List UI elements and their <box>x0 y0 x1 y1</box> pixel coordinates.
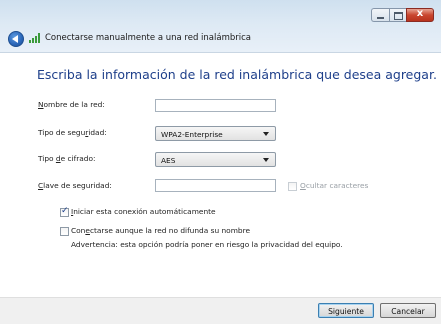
connect-hidden-checkbox[interactable] <box>60 227 69 236</box>
maximize-button[interactable] <box>389 8 406 22</box>
hide-characters-checkbox[interactable] <box>288 182 297 191</box>
close-button[interactable]: x <box>406 8 434 22</box>
dialog-window: Conectarse manualmente a una red inalámb… <box>0 0 441 324</box>
security-key-input[interactable] <box>155 179 276 192</box>
cancel-button[interactable]: Cancelar <box>380 303 436 318</box>
window-title: Conectarse manualmente a una red inalámb… <box>45 33 251 43</box>
minimize-button[interactable] <box>371 8 389 22</box>
network-name-input[interactable] <box>155 99 276 112</box>
chevron-down-icon <box>263 158 269 162</box>
chevron-down-icon <box>263 132 269 136</box>
connect-hidden-label: Conectarse aunque la red no difunda su n… <box>71 226 251 235</box>
network-name-label: Nombre de la red: <box>38 100 105 109</box>
auto-start-label: Iniciar esta conexión automáticamente <box>71 207 216 216</box>
footer-bar <box>0 297 441 324</box>
page-heading: Escriba la información de la red inalámb… <box>37 67 437 82</box>
security-type-select[interactable]: WPA2-Enterprise <box>155 126 276 141</box>
privacy-warning: Advertencia: esta opción podría poner en… <box>71 240 343 249</box>
title-bar: Conectarse manualmente a una red inalámb… <box>0 0 441 53</box>
close-icon: x <box>416 8 424 19</box>
back-arrow-icon[interactable] <box>8 31 24 47</box>
hide-characters-label: Ocultar caracteres <box>300 181 369 190</box>
auto-start-checkbox[interactable] <box>60 206 69 217</box>
encryption-type-value: AES <box>161 156 176 165</box>
next-button[interactable]: Siguiente <box>318 303 374 318</box>
security-type-value: WPA2-Enterprise <box>161 130 223 139</box>
security-key-label: Clave de seguridad: <box>38 181 112 190</box>
encryption-type-label: Tipo de cifrado: <box>38 154 96 163</box>
encryption-type-select[interactable]: AES <box>155 152 276 167</box>
security-type-label: Tipo de seguridad: <box>38 128 107 137</box>
wireless-signal-icon <box>29 33 41 43</box>
window-controls: x <box>371 8 434 22</box>
